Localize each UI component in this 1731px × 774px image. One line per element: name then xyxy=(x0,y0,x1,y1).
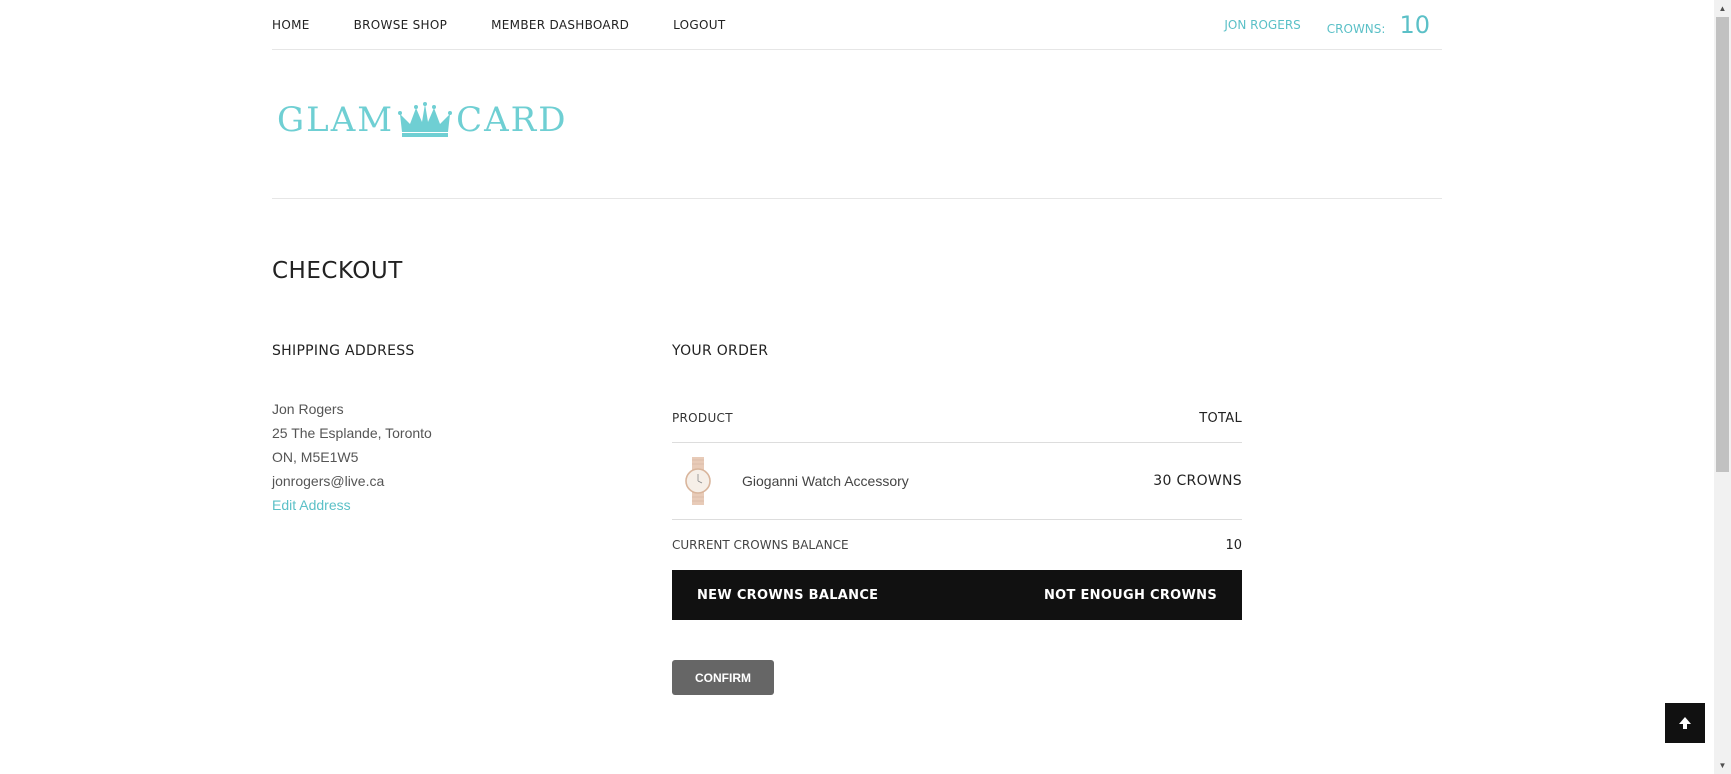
nav-home[interactable]: HOME xyxy=(272,18,310,32)
product-total: 30 CROWNS xyxy=(1153,473,1242,489)
product-name[interactable]: Gioganni Watch Accessory xyxy=(742,473,909,489)
column-total: TOTAL xyxy=(1199,411,1242,426)
user-name-link[interactable]: JON ROGERS xyxy=(1224,18,1300,32)
order-item-row: Gioganni Watch Accessory 30 CROWNS xyxy=(672,443,1242,520)
order-section: YOUR ORDER PRODUCT TOTAL Gioganni Watch … xyxy=(672,343,1242,695)
watch-icon xyxy=(685,457,711,505)
new-balance-value: NOT ENOUGH CROWNS xyxy=(1043,587,1217,603)
nav-logout[interactable]: LOGOUT xyxy=(673,18,725,32)
back-to-top-button[interactable] xyxy=(1665,703,1705,743)
scroll-down-arrow-icon[interactable]: ▼ xyxy=(1714,757,1731,774)
vertical-scrollbar[interactable]: ▲ ▼ xyxy=(1714,0,1731,774)
account-info: JON ROGERS CROWNS: 10 xyxy=(1224,11,1442,39)
crowns-label: CROWNS: xyxy=(1326,21,1386,36)
arrow-up-icon xyxy=(1679,717,1691,729)
address-name: Jon Rogers xyxy=(272,401,344,417)
order-heading: YOUR ORDER xyxy=(672,343,769,359)
crowns-balance: CROWNS: 10 xyxy=(1327,11,1430,39)
address-line-1: 25 The Esplande, Toronto xyxy=(272,425,432,441)
nav-browse-shop[interactable]: BROWSE SHOP xyxy=(354,18,448,32)
scrollbar-thumb[interactable] xyxy=(1716,17,1729,472)
product-thumbnail[interactable] xyxy=(672,455,724,507)
address-line-2: ON, M5E1W5 xyxy=(272,449,359,465)
edit-address-link[interactable]: Edit Address xyxy=(272,497,351,513)
shipping-address: Jon Rogers 25 The Esplande, Toronto ON, … xyxy=(272,397,622,517)
crown-icon xyxy=(398,102,453,137)
nav-member-dashboard[interactable]: MEMBER DASHBOARD xyxy=(491,18,629,32)
page-container: HOME BROWSE SHOP MEMBER DASHBOARD LOGOUT… xyxy=(272,0,1442,695)
new-balance-row: NEW CROWNS BALANCE NOT ENOUGH CROWNS xyxy=(672,570,1242,620)
shipping-heading: SHIPPING ADDRESS xyxy=(272,343,415,359)
page-title: CHECKOUT xyxy=(272,258,403,284)
site-logo[interactable]: GLAM CARD xyxy=(277,100,568,140)
address-email: jonrogers@live.ca xyxy=(272,473,385,489)
column-product: PRODUCT xyxy=(672,411,733,425)
logo-text-right: CARD xyxy=(456,100,568,140)
current-balance-label: CURRENT CROWNS BALANCE xyxy=(672,538,849,552)
header: GLAM CARD xyxy=(272,50,1442,199)
current-balance-row: CURRENT CROWNS BALANCE 10 xyxy=(672,520,1242,570)
crowns-value: 10 xyxy=(1399,10,1430,39)
scroll-up-arrow-icon[interactable]: ▲ xyxy=(1714,0,1731,17)
confirm-button[interactable]: CONFIRM xyxy=(672,660,774,695)
top-navigation: HOME BROWSE SHOP MEMBER DASHBOARD LOGOUT… xyxy=(272,0,1442,50)
main-menu: HOME BROWSE SHOP MEMBER DASHBOARD LOGOUT xyxy=(272,18,726,32)
current-balance-value: 10 xyxy=(1225,537,1242,553)
logo-text-left: GLAM xyxy=(277,100,395,140)
order-table-header: PRODUCT TOTAL xyxy=(672,411,1242,443)
new-balance-label: NEW CROWNS BALANCE xyxy=(697,587,879,603)
shipping-section: SHIPPING ADDRESS Jon Rogers 25 The Espla… xyxy=(272,343,622,517)
